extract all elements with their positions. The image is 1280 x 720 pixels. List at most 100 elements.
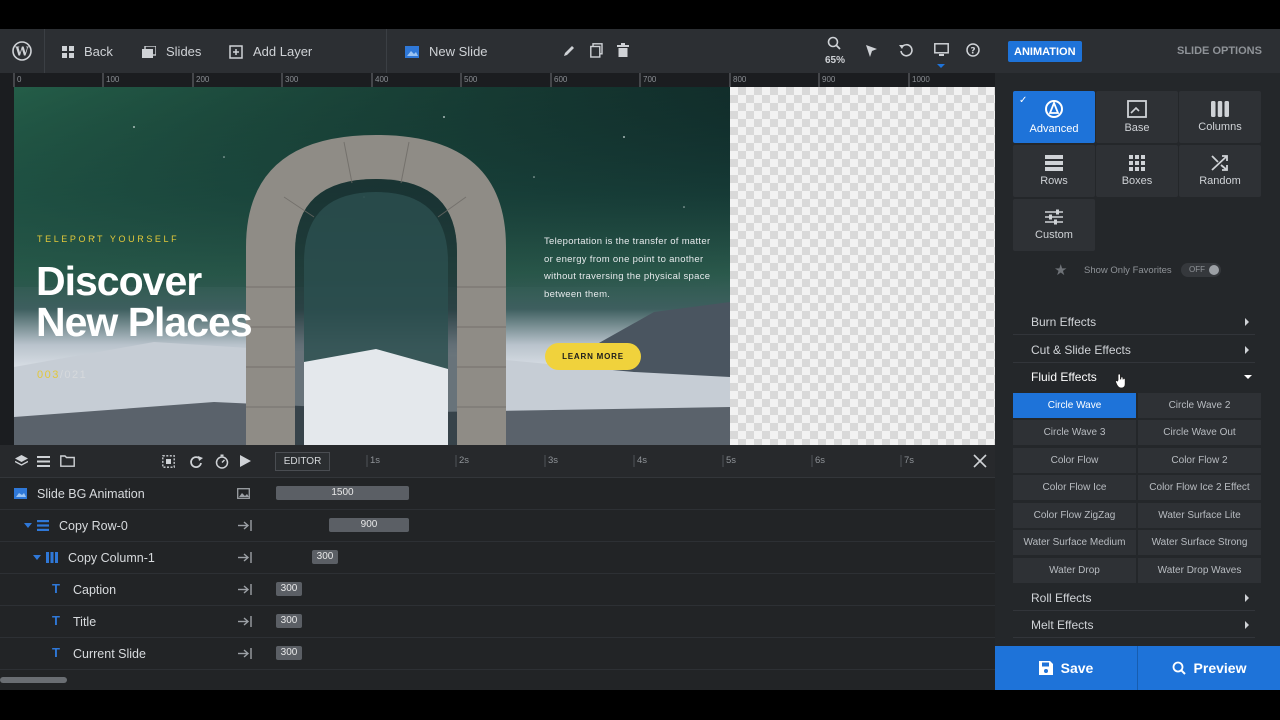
timeline-lane: 1500	[259, 478, 995, 510]
timeline-bar[interactable]: 1500	[276, 486, 409, 500]
end-arrow-icon[interactable]	[238, 616, 252, 627]
tile-advanced[interactable]: ✓ Advanced	[1013, 91, 1095, 143]
chevron-down-icon	[1244, 375, 1252, 379]
category-cut-slide-effects[interactable]: Cut & Slide Effects	[1013, 337, 1255, 363]
layers-icon[interactable]	[15, 455, 28, 468]
zoom-icon[interactable]	[827, 36, 841, 50]
layer-row-current-slide[interactable]: T Current Slide	[0, 638, 259, 670]
pencil-icon[interactable]	[563, 44, 576, 57]
slides-icon	[142, 45, 156, 58]
timeline-bar[interactable]: 300	[276, 646, 302, 660]
favorites-label: Show Only Favorites	[1084, 265, 1172, 276]
advanced-icon	[1044, 99, 1064, 119]
effect-circle-wave-2[interactable]: Circle Wave 2	[1138, 393, 1261, 418]
effect-color-flow[interactable]: Color Flow	[1013, 448, 1136, 473]
duplicate-icon[interactable]	[590, 43, 603, 58]
layer-row-copy-column[interactable]: Copy Column-1	[0, 542, 259, 574]
select-area-icon[interactable]	[162, 455, 175, 468]
effect-color-flow-ice[interactable]: Color Flow Ice	[1013, 475, 1136, 500]
star-icon[interactable]: ★	[1054, 261, 1067, 279]
effect-water-surface-medium[interactable]: Water Surface Medium	[1013, 530, 1136, 555]
layer-row-slide-bg[interactable]: Slide BG Animation	[0, 478, 259, 510]
boxes-icon	[1129, 155, 1145, 171]
folder-icon[interactable]	[60, 455, 75, 467]
end-arrow-icon[interactable]	[238, 584, 252, 595]
tab-slide-options[interactable]: SLIDE OPTIONS	[1177, 45, 1262, 57]
end-arrow-icon[interactable]	[238, 648, 252, 659]
hand-cursor-icon	[1115, 373, 1127, 389]
slides-button[interactable]: Slides	[142, 44, 201, 59]
category-roll-effects[interactable]: Roll Effects	[1013, 585, 1255, 611]
expand-caret-icon[interactable]	[24, 523, 32, 528]
layer-row-copy-row[interactable]: Copy Row-0	[0, 510, 259, 542]
layer-label: Slide BG Animation	[37, 487, 145, 501]
stopwatch-icon[interactable]	[215, 454, 229, 469]
save-button[interactable]: Save	[995, 646, 1137, 690]
timeline-bar[interactable]: 300	[276, 614, 302, 628]
text-layer-icon: T	[52, 645, 60, 660]
effect-water-surface-lite[interactable]: Water Surface Lite	[1138, 503, 1261, 528]
horizontal-scrollbar[interactable]	[0, 677, 67, 683]
tile-boxes[interactable]: Boxes	[1096, 145, 1178, 197]
effect-color-flow-ice-2[interactable]: Color Flow Ice 2 Effect	[1138, 475, 1261, 500]
wordpress-icon[interactable]: W	[12, 41, 32, 61]
end-arrow-icon[interactable]	[238, 552, 252, 563]
chevron-right-icon	[1245, 318, 1249, 326]
favorites-toggle[interactable]: OFF	[1181, 263, 1221, 277]
loop-icon[interactable]	[189, 455, 203, 469]
ruler-tick-label: 500	[464, 75, 478, 84]
slide-eyebrow[interactable]: TELEPORT YOURSELF	[37, 234, 179, 244]
effect-circle-wave[interactable]: Circle Wave	[1013, 393, 1136, 418]
undo-icon[interactable]	[899, 43, 913, 57]
timeline-bar[interactable]: 300	[276, 582, 302, 596]
category-burn-effects[interactable]: Burn Effects	[1013, 309, 1255, 335]
category-fluid-effects[interactable]: Fluid Effects	[1013, 364, 1255, 390]
preview-button[interactable]: Preview	[1138, 646, 1280, 690]
time-label: 2s	[459, 455, 470, 466]
slide-name[interactable]: New Slide	[405, 44, 488, 59]
slide-canvas[interactable]: TELEPORT YOURSELF Discover New Places 00…	[14, 87, 730, 445]
help-icon[interactable]: ?	[966, 43, 980, 57]
timeline-bar[interactable]: 300	[312, 550, 338, 564]
editor-mode-tab[interactable]: EDITOR	[275, 452, 330, 471]
close-icon[interactable]	[973, 454, 987, 468]
tile-label: Boxes	[1121, 175, 1153, 187]
effect-water-surface-strong[interactable]: Water Surface Strong	[1138, 530, 1261, 555]
horizontal-ruler: 0 100 200 300 400 500 600 700 800 900 10…	[0, 73, 995, 87]
effect-color-flow-zigzag[interactable]: Color Flow ZigZag	[1013, 503, 1136, 528]
effect-circle-wave-3[interactable]: Circle Wave 3	[1013, 420, 1136, 445]
effect-color-flow-2[interactable]: Color Flow 2	[1138, 448, 1261, 473]
category-label: Burn Effects	[1031, 314, 1097, 329]
slide-headline[interactable]: Discover New Places	[36, 261, 253, 343]
list-icon[interactable]	[37, 456, 50, 467]
tile-custom[interactable]: Custom	[1013, 199, 1095, 251]
time-label: 1s	[370, 455, 381, 466]
timeline-bar[interactable]: 900	[329, 518, 409, 532]
tab-animation[interactable]: ANIMATION	[1008, 41, 1082, 62]
tile-columns[interactable]: Columns	[1179, 91, 1261, 143]
end-arrow-icon[interactable]	[238, 520, 252, 531]
tile-base[interactable]: Base	[1096, 91, 1178, 143]
ruler-tick-label: 600	[554, 75, 568, 84]
slide-counter[interactable]: 003/021	[37, 369, 87, 381]
effect-water-drop[interactable]: Water Drop	[1013, 558, 1136, 583]
slide-description[interactable]: Teleportation is the transfer of matter …	[544, 233, 712, 303]
back-button[interactable]: Back	[62, 44, 113, 59]
tile-rows[interactable]: Rows	[1013, 145, 1095, 197]
layer-row-title[interactable]: T Title	[0, 606, 259, 638]
desktop-icon[interactable]	[934, 43, 949, 57]
slide-image-icon	[405, 45, 419, 58]
effect-circle-wave-out[interactable]: Circle Wave Out	[1138, 420, 1261, 445]
add-layer-button[interactable]: Add Layer	[229, 44, 312, 59]
expand-caret-icon[interactable]	[33, 555, 41, 560]
learn-more-button[interactable]: LEARN MORE	[545, 343, 641, 370]
category-melt-effects[interactable]: Melt Effects	[1013, 612, 1255, 638]
editor-toolbar: W Back Slides Add Layer New Slide 65% ?	[0, 29, 995, 73]
play-icon[interactable]	[240, 455, 251, 467]
layer-row-caption[interactable]: T Caption	[0, 574, 259, 606]
effect-water-drop-waves[interactable]: Water Drop Waves	[1138, 558, 1261, 583]
cursor-icon[interactable]	[865, 44, 878, 58]
trash-icon[interactable]	[617, 43, 629, 57]
gallery-icon[interactable]	[237, 488, 250, 499]
tile-random[interactable]: Random	[1179, 145, 1261, 197]
